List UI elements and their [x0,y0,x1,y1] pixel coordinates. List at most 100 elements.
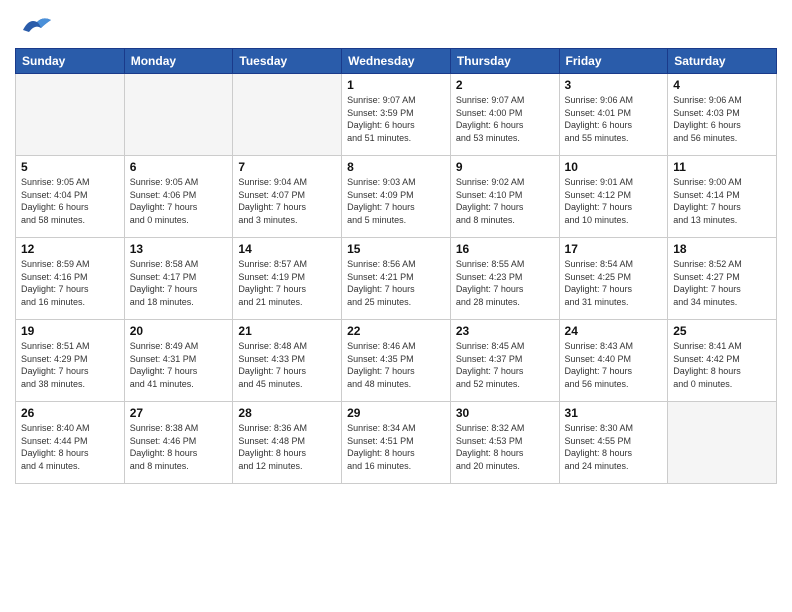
calendar-table: Sunday Monday Tuesday Wednesday Thursday… [15,48,777,484]
logo [15,10,57,40]
day-cell: 19Sunrise: 8:51 AM Sunset: 4:29 PM Dayli… [16,320,125,402]
day-info: Sunrise: 8:56 AM Sunset: 4:21 PM Dayligh… [347,258,445,308]
day-info: Sunrise: 8:40 AM Sunset: 4:44 PM Dayligh… [21,422,119,472]
day-cell: 24 Sunrise: 8:43 AM Sunset: 4:40 PM Dayli… [559,320,668,402]
day-number: 24 [565,324,663,338]
day-info: Sunrise: 8:59 AM Sunset: 4:16 PM Dayligh… [21,258,119,308]
day-cell: 20 Sunrise: 8:49 AM Sunset: 4:31 PM Dayli… [124,320,233,402]
day-cell: 31 Sunrise: 8:30 AM Sunset: 4:55 PM Dayli… [559,402,668,484]
week-row-4: 19Sunrise: 8:51 AM Sunset: 4:29 PM Dayli… [16,320,777,402]
day-info: Sunrise: 8:45 AM Sunset: 4:37 PM Dayligh… [456,340,554,390]
header-sunday: Sunday [16,49,125,74]
day-info: Sunrise: 8:38 AM Sunset: 4:46 PM Dayligh… [130,422,228,472]
day-info: Sunrise: 8:41 AM Sunset: 4:42 PM Dayligh… [673,340,771,390]
day-cell: 28 Sunrise: 8:36 AM Sunset: 4:48 PM Dayli… [233,402,342,484]
day-cell: 18 Sunrise: 8:52 AM Sunset: 4:27 PM Dayli… [668,238,777,320]
day-number: 26 [21,406,119,420]
header-thursday: Thursday [450,49,559,74]
day-cell: 26 Sunrise: 8:40 AM Sunset: 4:44 PM Dayli… [16,402,125,484]
day-info: Sunrise: 9:03 AM Sunset: 4:09 PM Dayligh… [347,176,445,226]
day-number: 11 [673,160,771,174]
day-cell: 6 Sunrise: 9:05 AM Sunset: 4:06 PM Daylig… [124,156,233,238]
day-number: 30 [456,406,554,420]
header-wednesday: Wednesday [342,49,451,74]
day-info: Sunrise: 8:54 AM Sunset: 4:25 PM Dayligh… [565,258,663,308]
day-cell: 2 Sunrise: 9:07 AM Sunset: 4:00 PM Daylig… [450,74,559,156]
day-number: 16 [456,242,554,256]
day-info: Sunrise: 8:57 AM Sunset: 4:19 PM Dayligh… [238,258,336,308]
day-number: 31 [565,406,663,420]
day-number: 7 [238,160,336,174]
week-row-1: 1 Sunrise: 9:07 AM Sunset: 3:59 PM Daylig… [16,74,777,156]
logo-bird-icon [15,10,53,40]
day-info: Sunrise: 9:06 AM Sunset: 4:03 PM Dayligh… [673,94,771,144]
day-number: 23 [456,324,554,338]
day-cell: 3Sunrise: 9:06 AM Sunset: 4:01 PM Daylig… [559,74,668,156]
day-cell: 13 Sunrise: 8:58 AM Sunset: 4:17 PM Dayli… [124,238,233,320]
header [15,10,777,40]
day-number: 20 [130,324,228,338]
day-cell: 11 Sunrise: 9:00 AM Sunset: 4:14 PM Dayli… [668,156,777,238]
day-cell: 30 Sunrise: 8:32 AM Sunset: 4:53 PM Dayli… [450,402,559,484]
day-cell: 9 Sunrise: 9:02 AM Sunset: 4:10 PM Daylig… [450,156,559,238]
day-cell: 15 Sunrise: 8:56 AM Sunset: 4:21 PM Dayli… [342,238,451,320]
day-cell: 16Sunrise: 8:55 AM Sunset: 4:23 PM Dayli… [450,238,559,320]
day-cell: 22Sunrise: 8:46 AM Sunset: 4:35 PM Dayli… [342,320,451,402]
header-friday: Friday [559,49,668,74]
day-number: 12 [21,242,119,256]
day-cell: 1 Sunrise: 9:07 AM Sunset: 3:59 PM Daylig… [342,74,451,156]
day-number: 10 [565,160,663,174]
day-number: 8 [347,160,445,174]
day-info: Sunrise: 8:48 AM Sunset: 4:33 PM Dayligh… [238,340,336,390]
day-number: 17 [565,242,663,256]
day-info: Sunrise: 8:49 AM Sunset: 4:31 PM Dayligh… [130,340,228,390]
day-info: Sunrise: 8:30 AM Sunset: 4:55 PM Dayligh… [565,422,663,472]
day-cell [124,74,233,156]
day-cell: 8 Sunrise: 9:03 AM Sunset: 4:09 PM Daylig… [342,156,451,238]
day-number: 28 [238,406,336,420]
header-tuesday: Tuesday [233,49,342,74]
day-cell: 4 Sunrise: 9:06 AM Sunset: 4:03 PM Daylig… [668,74,777,156]
day-info: Sunrise: 9:05 AM Sunset: 4:06 PM Dayligh… [130,176,228,226]
weekday-header-row: Sunday Monday Tuesday Wednesday Thursday… [16,49,777,74]
day-cell [233,74,342,156]
day-number: 2 [456,78,554,92]
day-info: Sunrise: 8:36 AM Sunset: 4:48 PM Dayligh… [238,422,336,472]
day-info: Sunrise: 9:00 AM Sunset: 4:14 PM Dayligh… [673,176,771,226]
day-cell [16,74,125,156]
day-info: Sunrise: 9:02 AM Sunset: 4:10 PM Dayligh… [456,176,554,226]
day-info: Sunrise: 8:43 AM Sunset: 4:40 PM Dayligh… [565,340,663,390]
day-cell: 12 Sunrise: 8:59 AM Sunset: 4:16 PM Dayli… [16,238,125,320]
day-cell: 10 Sunrise: 9:01 AM Sunset: 4:12 PM Dayli… [559,156,668,238]
day-number: 13 [130,242,228,256]
day-number: 14 [238,242,336,256]
day-number: 4 [673,78,771,92]
day-number: 3 [565,78,663,92]
day-info: Sunrise: 9:01 AM Sunset: 4:12 PM Dayligh… [565,176,663,226]
day-number: 22 [347,324,445,338]
day-number: 18 [673,242,771,256]
day-number: 1 [347,78,445,92]
week-row-5: 26 Sunrise: 8:40 AM Sunset: 4:44 PM Dayli… [16,402,777,484]
page: Sunday Monday Tuesday Wednesday Thursday… [0,0,792,612]
week-row-3: 12 Sunrise: 8:59 AM Sunset: 4:16 PM Dayli… [16,238,777,320]
day-number: 6 [130,160,228,174]
header-saturday: Saturday [668,49,777,74]
day-cell: 25Sunrise: 8:41 AM Sunset: 4:42 PM Dayli… [668,320,777,402]
day-cell [668,402,777,484]
day-cell: 17 Sunrise: 8:54 AM Sunset: 4:25 PM Dayli… [559,238,668,320]
day-cell: 23 Sunrise: 8:45 AM Sunset: 4:37 PM Dayli… [450,320,559,402]
day-info: Sunrise: 8:32 AM Sunset: 4:53 PM Dayligh… [456,422,554,472]
day-info: Sunrise: 8:58 AM Sunset: 4:17 PM Dayligh… [130,258,228,308]
day-info: Sunrise: 8:51 AM Sunset: 4:29 PM Dayligh… [21,340,119,390]
day-number: 15 [347,242,445,256]
day-info: Sunrise: 8:52 AM Sunset: 4:27 PM Dayligh… [673,258,771,308]
week-row-2: 5Sunrise: 9:05 AM Sunset: 4:04 PM Daylig… [16,156,777,238]
day-info: Sunrise: 9:07 AM Sunset: 3:59 PM Dayligh… [347,94,445,144]
day-info: Sunrise: 8:34 AM Sunset: 4:51 PM Dayligh… [347,422,445,472]
day-number: 29 [347,406,445,420]
day-number: 9 [456,160,554,174]
day-info: Sunrise: 9:07 AM Sunset: 4:00 PM Dayligh… [456,94,554,144]
day-info: Sunrise: 9:05 AM Sunset: 4:04 PM Dayligh… [21,176,119,226]
day-number: 27 [130,406,228,420]
